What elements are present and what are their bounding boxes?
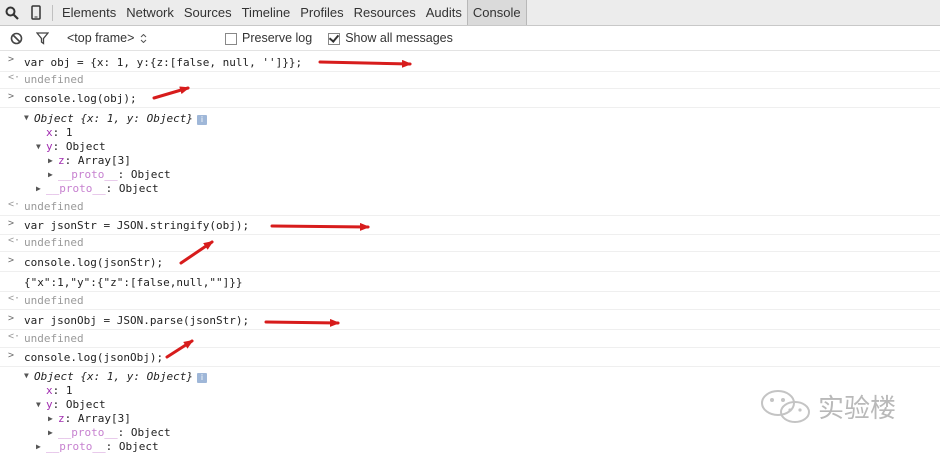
watermark-text: 实验楼 (818, 394, 897, 424)
red-arrow (270, 222, 370, 231)
annotation-arrows (152, 59, 412, 359)
red-arrow (152, 86, 190, 100)
red-arrow (318, 59, 412, 68)
watermark: 实验楼 (760, 388, 896, 425)
red-arrow (264, 318, 340, 327)
red-arrow (179, 240, 214, 265)
wechat-logo-icon (761, 389, 810, 423)
red-arrow (165, 339, 194, 359)
